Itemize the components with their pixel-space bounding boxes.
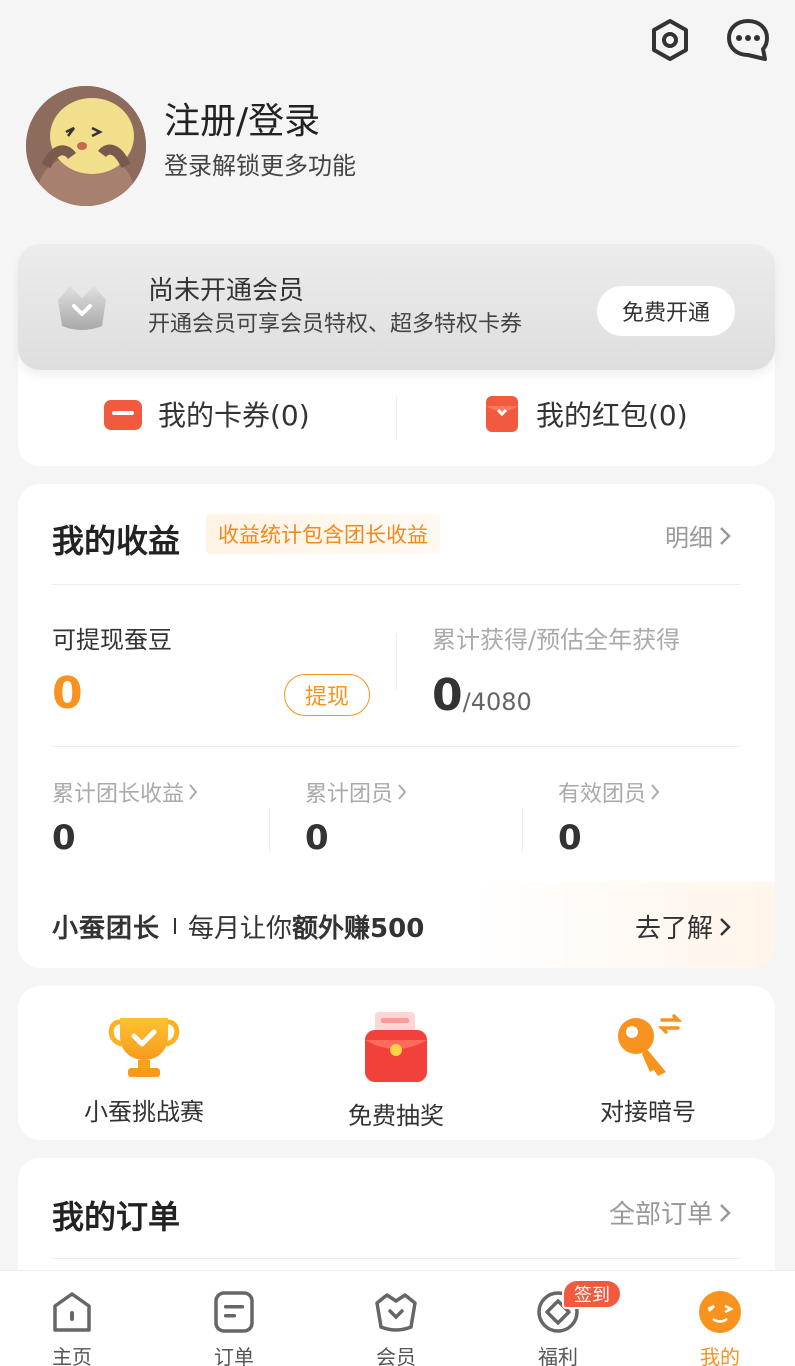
chevron-right-icon	[189, 784, 198, 800]
my-coupons-link[interactable]: 我的卡券(0)	[102, 394, 310, 434]
chevron-right-icon	[720, 526, 731, 545]
login-subtitle: 登录解锁更多功能	[164, 152, 356, 180]
tab-label: 主页	[52, 1345, 92, 1366]
earnings-detail-label: 明细	[665, 524, 713, 552]
withdraw-button[interactable]: 提现	[284, 674, 370, 716]
red-envelope-icon	[365, 1012, 427, 1082]
chevron-right-icon	[720, 917, 731, 936]
leader-go-label: 去了解	[634, 914, 713, 944]
quick-label: 免费抽奖	[348, 1102, 444, 1130]
stat-value: 0	[558, 818, 582, 858]
order-icon	[214, 1291, 254, 1333]
tab-home[interactable]: 主页	[22, 1289, 122, 1366]
divider	[522, 808, 523, 852]
total-value: 0	[432, 670, 463, 721]
all-orders-link[interactable]: 全部订单	[609, 1194, 731, 1231]
earnings-title: 我的收益	[52, 522, 181, 560]
me-icon	[699, 1291, 741, 1333]
leader-learn-more[interactable]: 去了解	[635, 908, 731, 945]
lottery-entry[interactable]: 免费抽奖	[296, 1010, 496, 1131]
divider	[269, 808, 270, 852]
tab-label: 福利	[538, 1345, 578, 1366]
orders-title: 我的订单	[52, 1198, 181, 1236]
divider	[52, 584, 740, 585]
quick-label: 小蚕挑战赛	[84, 1098, 204, 1126]
chevron-right-icon	[720, 1203, 731, 1222]
total-max: /4080	[462, 688, 532, 716]
challenge-entry[interactable]: 小蚕挑战赛	[44, 1010, 244, 1127]
leader-banner[interactable]: 小蚕团长 每月让你额外赚500 去了解	[18, 882, 775, 968]
home-icon	[53, 1292, 91, 1332]
leader-brand: 小蚕团长	[52, 914, 161, 944]
chevron-right-icon	[651, 784, 660, 800]
earnings-tag: 收益统计包含团长收益	[206, 514, 440, 554]
my-redpacket-label: 我的红包(0)	[536, 399, 688, 432]
divider	[52, 1258, 740, 1259]
earnings-detail-link[interactable]: 明细	[665, 518, 731, 553]
withdraw-value: 0	[52, 668, 83, 719]
stat-valid-members[interactable]: 有效团员 0	[558, 776, 660, 858]
tab-label: 会员	[376, 1345, 416, 1366]
leader-text: 每月让你额外赚500	[188, 908, 424, 945]
login-title[interactable]: 注册/登录	[164, 92, 320, 144]
member-banner[interactable]: 尚未开通会员 开通会员可享会员特权、超多特权卡券 免费开通	[18, 244, 775, 370]
coupon-icon	[104, 400, 142, 430]
tab-label: 订单	[214, 1345, 254, 1366]
member-card: 尚未开通会员 开通会员可享会员特权、超多特权卡券 免费开通 我的卡券(0) 我的…	[18, 244, 775, 466]
separator	[174, 918, 176, 934]
sign-in-badge[interactable]: 签到	[562, 1279, 622, 1309]
tab-me[interactable]: 我的	[670, 1289, 770, 1366]
chevron-right-icon	[398, 784, 407, 800]
my-redpacket-link[interactable]: 我的红包(0)	[484, 394, 688, 434]
total-label: 累计获得/预估全年获得	[432, 626, 681, 654]
all-orders-label: 全部订单	[608, 1200, 713, 1230]
my-coupons-label: 我的卡券(0)	[158, 399, 310, 432]
settings-icon[interactable]	[646, 16, 694, 64]
divider	[396, 634, 397, 690]
trophy-icon	[108, 1018, 180, 1077]
code-entry[interactable]: 对接暗号	[548, 1010, 748, 1127]
coupon-divider	[396, 396, 397, 440]
stat-members[interactable]: 累计团员 0	[305, 776, 407, 858]
coupon-row: 我的卡券(0) 我的红包(0)	[18, 370, 775, 466]
stat-label: 有效团员	[558, 782, 647, 807]
free-open-button[interactable]: 免费开通	[597, 286, 735, 336]
tab-member[interactable]: 会员	[346, 1289, 446, 1366]
total-value-wrap: 0/4080	[432, 670, 532, 721]
key-icon	[618, 1014, 683, 1076]
divider	[52, 746, 740, 747]
message-icon[interactable]	[724, 16, 772, 64]
tab-orders[interactable]: 订单	[184, 1289, 284, 1366]
withdraw-label: 可提现蚕豆	[52, 626, 172, 654]
member-desc: 开通会员可享会员特权、超多特权卡券	[148, 312, 523, 337]
member-crown-icon	[54, 280, 110, 338]
member-title: 尚未开通会员	[148, 276, 305, 306]
redpacket-icon	[486, 396, 518, 432]
quick-label: 对接暗号	[600, 1098, 696, 1126]
quick-actions: 小蚕挑战赛 免费抽奖 对接暗号	[18, 986, 775, 1140]
stat-value: 0	[305, 818, 329, 858]
stat-leader-earnings[interactable]: 累计团长收益 0	[52, 776, 198, 858]
member-icon	[375, 1293, 417, 1332]
tab-label: 我的	[700, 1345, 740, 1366]
stat-label: 累计团长收益	[52, 782, 185, 807]
stat-label: 累计团员	[305, 782, 394, 807]
stat-value: 0	[52, 818, 76, 858]
bottom-tab-bar: 主页 订单 会员 福利 我的 签到	[0, 1270, 795, 1366]
earnings-card: 我的收益 收益统计包含团长收益 明细 可提现蚕豆 0 提现 累计获得/预估全年获…	[18, 484, 775, 968]
leader-text-prefix: 每月让你	[188, 914, 293, 944]
avatar[interactable]	[26, 86, 146, 206]
leader-text-bold: 额外赚500	[292, 914, 425, 944]
